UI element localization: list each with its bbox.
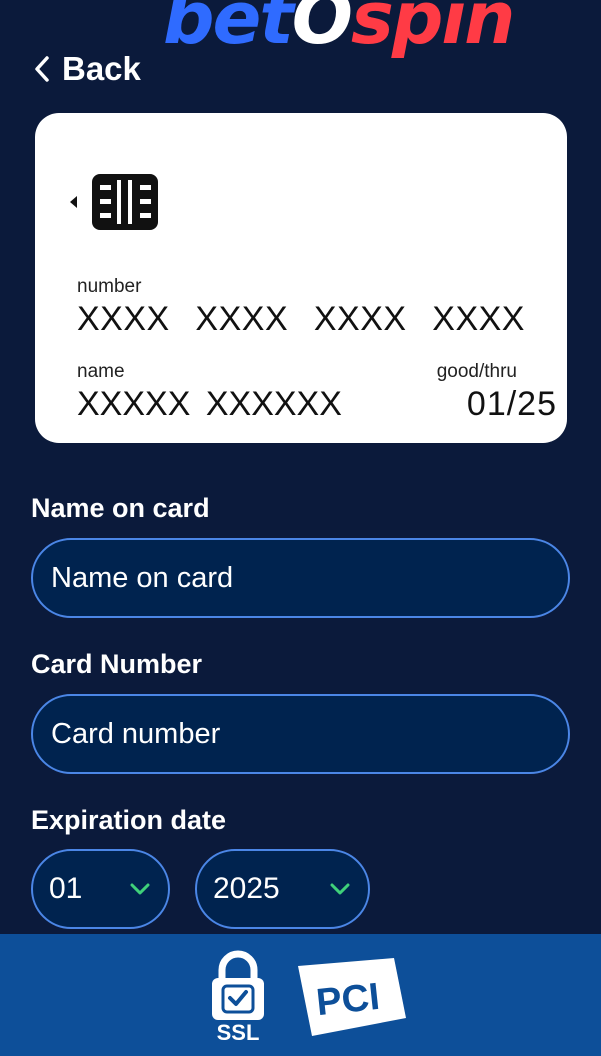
chevron-down-icon [330, 883, 350, 895]
card-number-field-label: Card Number [31, 649, 203, 679]
card-expiry-label: good/thru [436, 361, 517, 382]
chevron-down-icon [130, 883, 150, 895]
card-number-input[interactable] [31, 694, 570, 774]
name-field-label: Name on card [31, 493, 210, 523]
expiration-field-label: Expiration date [31, 805, 227, 835]
card-expiry-display: 01/25 [466, 385, 557, 423]
ssl-text: SSL [217, 1020, 260, 1042]
logo-part-o: O [291, 0, 353, 60]
expiry-year-select[interactable]: 2025 [195, 849, 370, 929]
back-label: Back [62, 50, 141, 87]
security-footer: SSL PCI [0, 934, 601, 1056]
card-number-group-1: XXXX [77, 300, 170, 338]
card-number-group-3: XXXX [313, 300, 407, 338]
ssl-lock-icon: SSL [212, 950, 264, 1042]
card-number-group-2: XXXX [195, 300, 289, 338]
card-number-display: XXXX XXXX XXXX XXXX [77, 300, 525, 339]
card-chip-icon [70, 174, 158, 230]
card-name-display: XXXXX XXXXXX [77, 385, 342, 423]
logo-part-bet: bet [163, 0, 294, 60]
chevron-left-icon [35, 56, 49, 82]
pci-text: PCI [314, 976, 381, 1024]
back-button[interactable]: Back [32, 50, 141, 88]
expiry-month-select[interactable]: 01 [31, 849, 170, 929]
name-on-card-input[interactable] [31, 538, 570, 618]
logo-part-spin: spin [351, 0, 515, 60]
pci-logo-icon: PCI [298, 958, 406, 1036]
card-name-label: name [77, 361, 125, 382]
expiry-year-value: 2025 [213, 872, 280, 905]
card-number-group-4: XXXX [432, 300, 525, 338]
card-number-label: number [77, 276, 142, 297]
payment-page: betOspin Back number XXXX XXXX XXXX XXXX… [0, 0, 601, 1056]
expiry-month-value: 01 [49, 872, 83, 905]
brand-logo: betOspin [163, 0, 515, 54]
